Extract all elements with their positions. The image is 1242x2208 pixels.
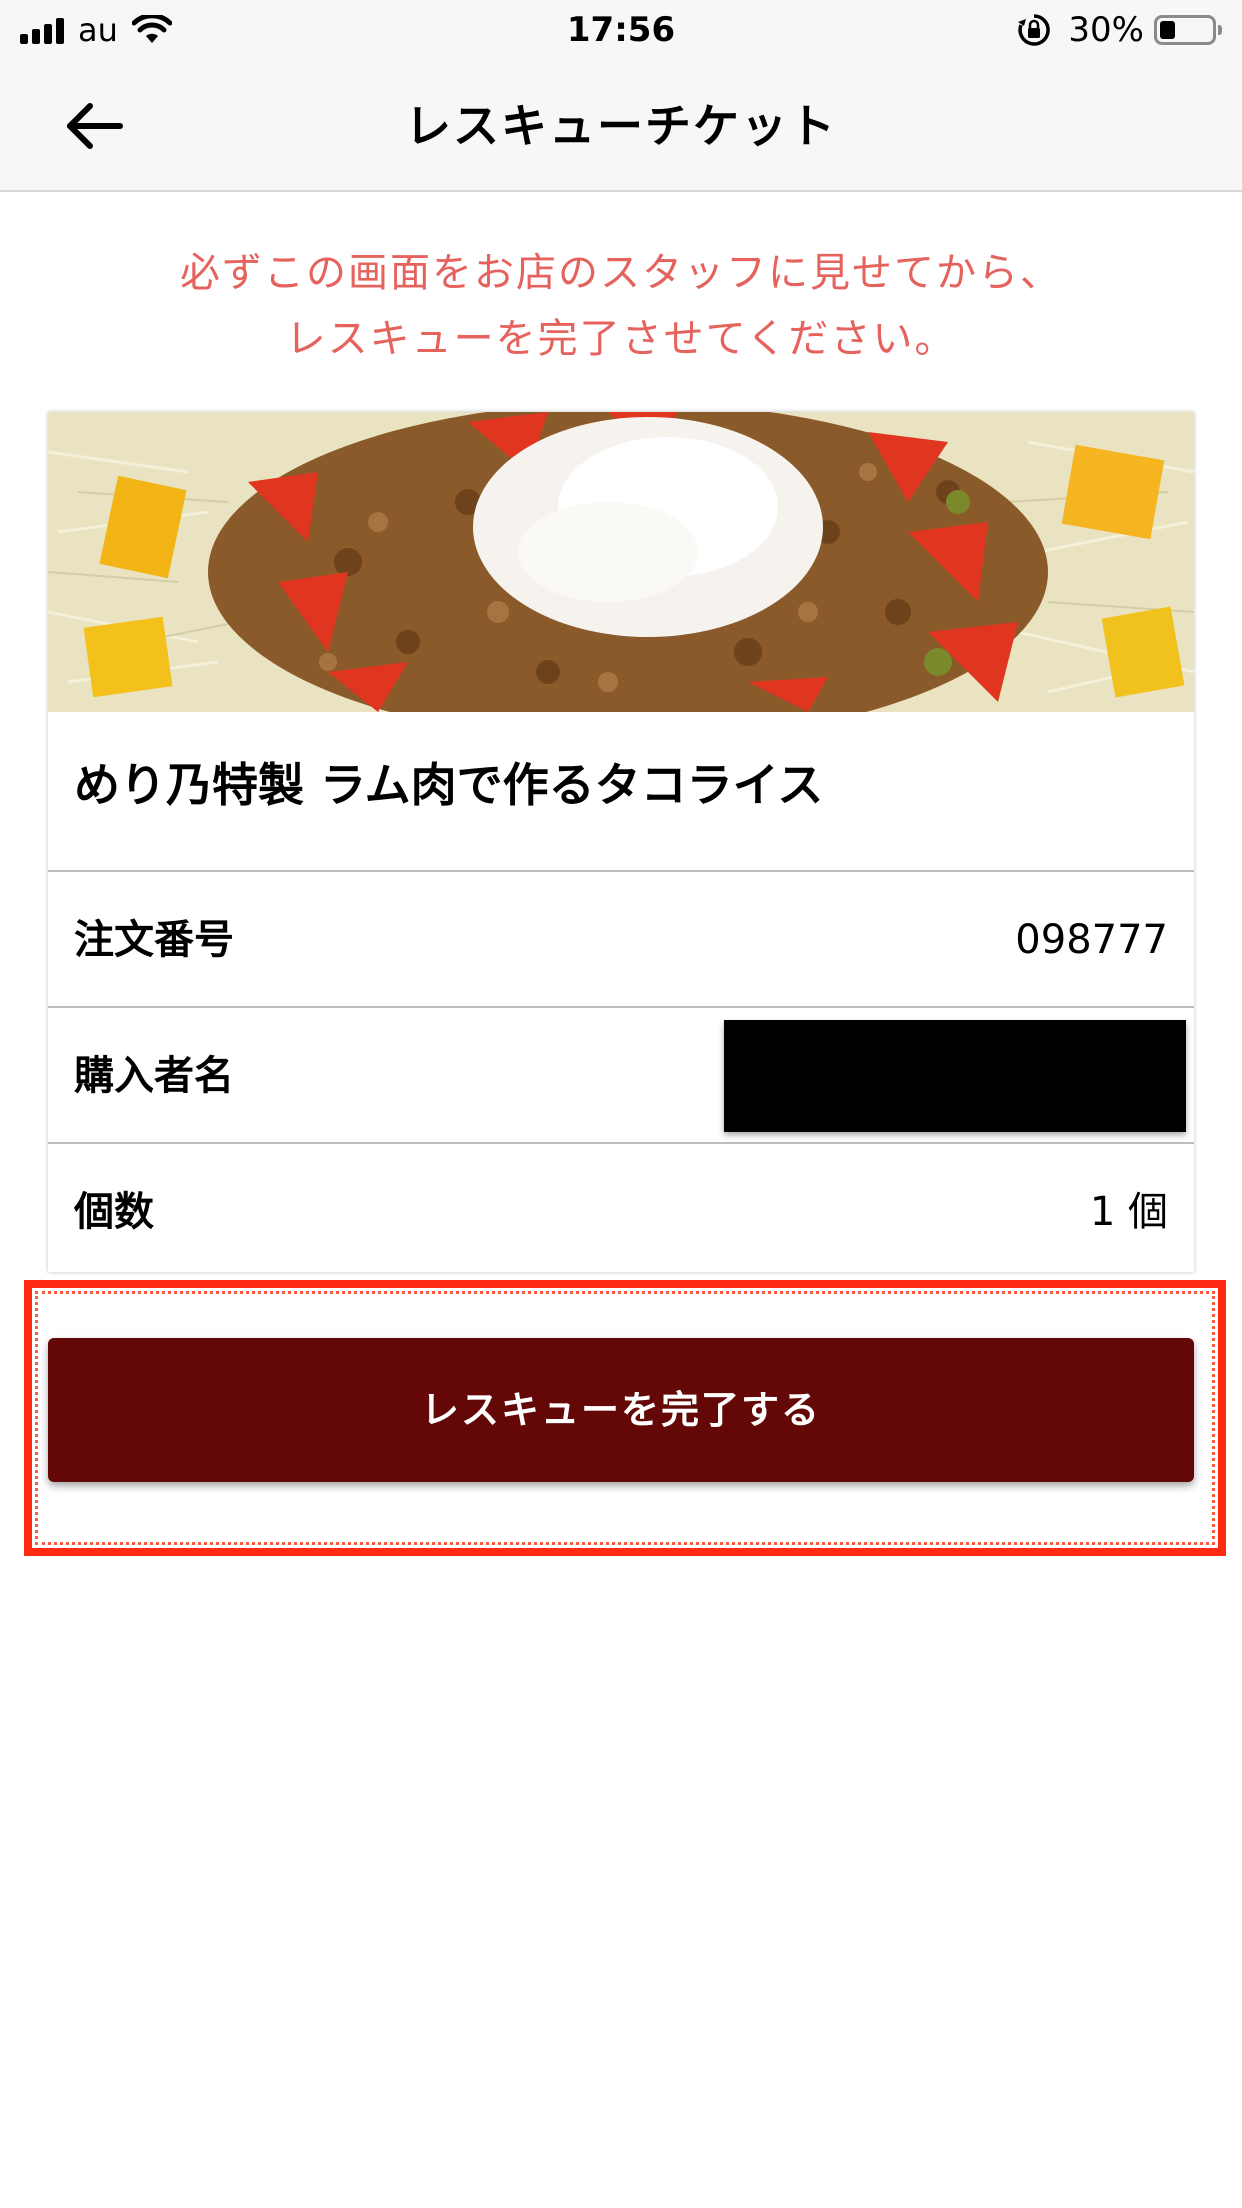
quantity-value: 1 個 (1089, 1189, 1168, 1235)
taco-rice-photo (48, 412, 1194, 712)
status-bar: au 17:56 30% (0, 0, 1242, 62)
notice-line-1: 必ずこの画面をお店のスタッフに見せてから、 (180, 250, 1062, 296)
order-number-row: 注文番号 098777 (48, 870, 1194, 1006)
complete-rescue-button[interactable]: レスキューを完了する (48, 1338, 1194, 1482)
quantity-row: 個数 1 個 (48, 1142, 1194, 1272)
purchaser-name-label: 購入者名 (74, 1053, 234, 1099)
ticket-card: めり乃特製 ラム肉で作るタコライス 注文番号 098777 購入者名 個数 1 … (48, 412, 1194, 1272)
purchaser-name-row: 購入者名 (48, 1006, 1194, 1142)
navigation-bar: レスキューチケット (0, 62, 1242, 192)
redacted-purchaser-name (724, 1020, 1186, 1132)
quantity-label: 個数 (74, 1189, 154, 1235)
notice-line-2: レスキューを完了させてください。 (285, 316, 957, 362)
status-right: 30% (1016, 10, 1222, 50)
order-number-label: 注文番号 (74, 917, 234, 963)
rotation-lock-icon (1018, 14, 1051, 46)
dish-title: めり乃特製 ラム肉で作るタコライス (74, 758, 824, 812)
page-title: レスキューチケット (405, 99, 837, 153)
battery-percent: 30% (1068, 10, 1144, 50)
order-number-value: 098777 (1015, 917, 1168, 963)
instruction-notice: 必ずこの画面をお店のスタッフに見せてから、 レスキューを完了させてください。 (0, 240, 1242, 372)
battery-level (1160, 21, 1175, 39)
battery-icon (1154, 15, 1222, 45)
